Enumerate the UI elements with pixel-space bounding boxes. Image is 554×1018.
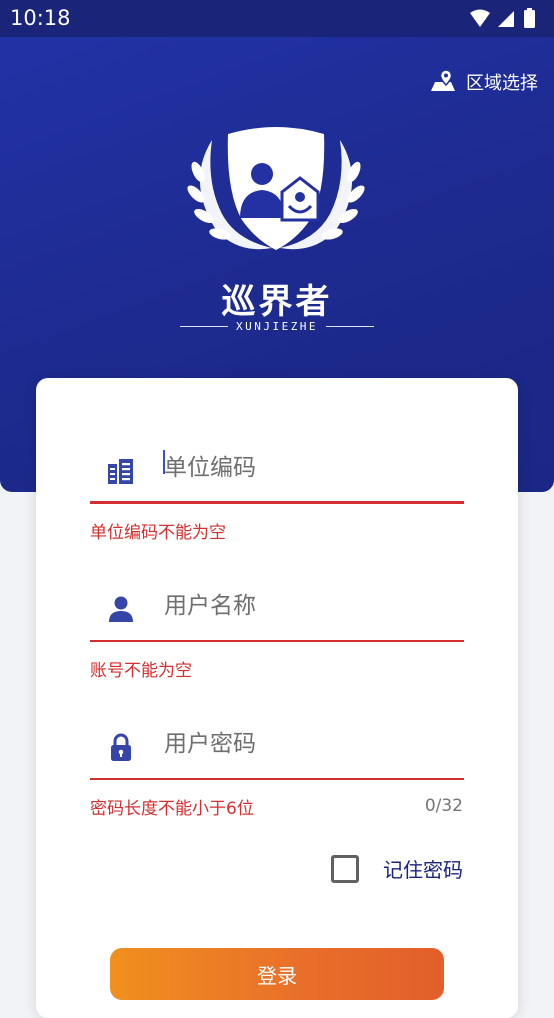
building-icon xyxy=(106,456,136,486)
password-field xyxy=(90,702,464,780)
remember-checkbox[interactable] xyxy=(331,854,359,883)
org-code-error: 单位编码不能为空 xyxy=(90,523,226,543)
logo-subtitle: XUNJIEZHE xyxy=(180,320,375,333)
logo-subtitle-text: XUNJIEZHE xyxy=(235,320,319,333)
username-input[interactable] xyxy=(164,582,454,630)
wifi-icon xyxy=(470,9,490,27)
status-icons xyxy=(468,8,544,34)
lock-icon xyxy=(106,732,136,762)
org-code-input[interactable] xyxy=(164,444,454,492)
remember-label: 记住密码 xyxy=(383,858,463,882)
password-input[interactable] xyxy=(164,720,454,768)
org-code-field xyxy=(90,426,464,504)
region-select-label: 区域选择 xyxy=(466,73,538,94)
status-time: 10:18 xyxy=(10,6,71,30)
divider xyxy=(326,326,375,327)
map-pin-icon xyxy=(430,68,456,96)
password-error: 密码长度不能小于6位 xyxy=(90,799,254,819)
app-logo xyxy=(176,122,376,272)
username-error: 账号不能为空 xyxy=(90,661,192,681)
cellular-icon xyxy=(498,11,514,27)
password-counter: 0/32 xyxy=(424,796,463,816)
person-icon xyxy=(106,594,136,624)
battery-icon xyxy=(524,8,535,28)
login-card: 单位编码不能为空 账号不能为空 密码长度不能小于6位 0/32 记住密码 登录 xyxy=(36,378,518,1018)
username-field xyxy=(90,564,464,642)
status-bar: 10:18 xyxy=(0,0,554,37)
divider xyxy=(180,326,228,327)
remember-password-toggle[interactable]: 记住密码 xyxy=(331,854,463,883)
username-underline xyxy=(90,640,464,642)
text-cursor xyxy=(163,450,165,474)
logo-title: 巡界者 xyxy=(221,282,333,322)
org-code-underline xyxy=(90,501,464,504)
login-button[interactable]: 登录 xyxy=(110,948,444,1000)
region-select-button[interactable]: 区域选择 xyxy=(430,68,538,96)
password-underline xyxy=(90,778,464,780)
